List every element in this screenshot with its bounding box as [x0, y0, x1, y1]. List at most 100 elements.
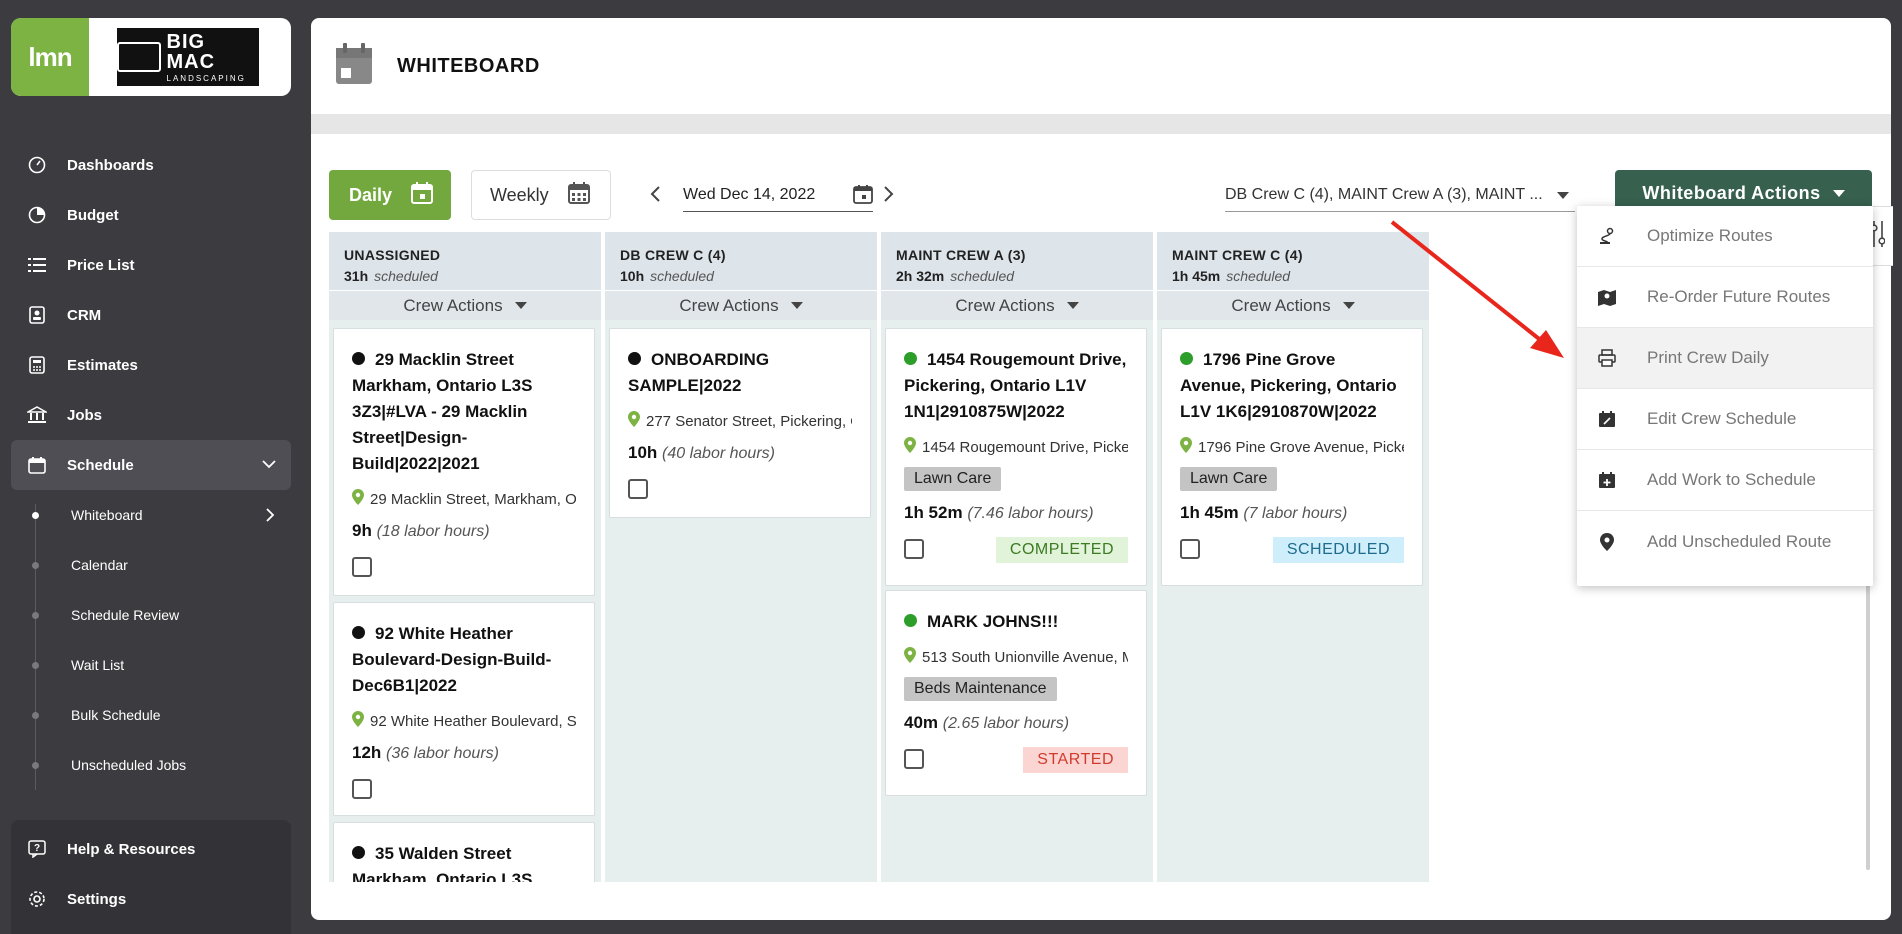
chevron-right-icon[interactable] [881, 184, 895, 210]
sidebar-bottom: ? Help & Resources Settings [11, 820, 291, 934]
date-navigator: Wed Dec 14, 2022 [649, 178, 919, 212]
job-checkbox[interactable] [352, 779, 372, 799]
crew-column-unassigned: UNASSIGNED 31h scheduled Crew Actions 29 … [329, 232, 601, 882]
menu-item-label: Re-Order Future Routes [1647, 287, 1831, 306]
job-card[interactable]: 1796 Pine Grove Avenue, Pickering, Ontar… [1161, 328, 1423, 586]
calendar-add-icon [1597, 471, 1617, 489]
sidebar-item-budget[interactable]: Budget [11, 190, 291, 240]
sidebar-sub-schedule-review[interactable]: Schedule Review [11, 590, 291, 640]
menu-item-print-crew-daily[interactable]: Print Crew Daily [1577, 328, 1873, 389]
whiteboard-calendar-icon [335, 42, 373, 91]
column-hours: 1h 45m [1172, 268, 1221, 284]
status-dot-icon [352, 846, 365, 859]
job-hours: 1h 45m [1180, 503, 1239, 522]
job-card[interactable]: ONBOARDING SAMPLE|2022 277 Senator Stree… [609, 328, 871, 518]
crew-actions-button[interactable]: Crew Actions [605, 290, 877, 320]
job-labor-hours: (2.65 labor hours) [942, 715, 1070, 732]
whiteboard-actions-menu: Optimize Routes Re-Order Future Routes P… [1577, 206, 1873, 586]
job-checkbox[interactable] [904, 749, 924, 769]
menu-item-reorder-future-routes[interactable]: Re-Order Future Routes [1577, 267, 1873, 328]
sidebar-sub-bulk-schedule[interactable]: Bulk Schedule [11, 690, 291, 740]
building-icon [27, 405, 47, 425]
job-hours: 9h [352, 521, 372, 540]
column-scheduled-label: scheduled [650, 268, 714, 284]
menu-item-optimize-routes[interactable]: Optimize Routes [1577, 206, 1873, 267]
sidebar-item-label: Price List [67, 256, 135, 274]
crew-actions-button[interactable]: Crew Actions [1157, 290, 1429, 320]
job-card[interactable]: 92 White Heather Boulevard-Design-Build-… [333, 602, 595, 816]
caret-down-icon [790, 302, 803, 309]
main-nav: Dashboards Budget Price List CRM Estimat… [11, 140, 291, 790]
page-header: WHITEBOARD [311, 18, 1891, 114]
job-card[interactable]: MARK JOHNS!!! 513 South Unionville Avenu… [885, 590, 1147, 796]
job-title: MARK JOHNS!!! [927, 612, 1059, 631]
job-title: 92 White Heather Boulevard-Design-Build-… [352, 624, 552, 695]
schedule-sub-nav: Whiteboard Calendar Schedule Review Wait… [11, 490, 291, 790]
sidebar-item-label: Estimates [67, 356, 138, 374]
sidebar-item-crm[interactable]: CRM [11, 290, 291, 340]
column-hours: 10h [620, 268, 645, 284]
nav-dot-icon [32, 712, 39, 719]
status-badge: SCHEDULED [1272, 537, 1404, 563]
column-header: UNASSIGNED 31h scheduled [329, 232, 601, 290]
sidebar-item-dashboards[interactable]: Dashboards [11, 140, 291, 190]
chevron-left-icon[interactable] [649, 184, 663, 210]
location-pin-icon [352, 489, 364, 509]
lmn-logo: lmn [11, 18, 89, 96]
column-header: MAINT CREW A (3) 2h 32m scheduled [881, 232, 1153, 290]
job-card[interactable]: 1454 Rougemount Drive, Pickering, Ontari… [885, 328, 1147, 586]
sidebar-item-jobs[interactable]: Jobs [11, 390, 291, 440]
crew-actions-button[interactable]: Crew Actions [881, 290, 1153, 320]
crew-actions-button[interactable]: Crew Actions [329, 290, 601, 320]
sidebar-item-schedule[interactable]: Schedule [11, 440, 291, 490]
job-checkbox[interactable] [1180, 539, 1200, 559]
job-hours: 1h 52m [904, 503, 963, 522]
crew-filter-select[interactable]: DB Crew C (4), MAINT Crew A (3), MAINT .… [1225, 178, 1575, 212]
job-card[interactable]: 35 Walden Street Markham, Ontario L3S [333, 822, 595, 882]
weekly-label: Weekly [490, 184, 549, 205]
sidebar-item-label: Settings [67, 890, 127, 908]
calendar-picker-icon[interactable] [853, 184, 873, 209]
chevron-right-icon [263, 507, 277, 526]
sidebar-item-label: CRM [67, 306, 102, 324]
daily-view-button[interactable]: Daily [329, 170, 451, 220]
caret-down-icon [1342, 302, 1355, 309]
sidebar-sub-wait-list[interactable]: Wait List [11, 640, 291, 690]
sidebar-item-price-list[interactable]: Price List [11, 240, 291, 290]
whiteboard-board: UNASSIGNED 31h scheduled Crew Actions 29 … [329, 232, 1439, 882]
company-logo-mark [117, 42, 161, 72]
date-input[interactable]: Wed Dec 14, 2022 [683, 178, 873, 212]
sidebar-item-settings[interactable]: Settings [11, 874, 291, 924]
sidebar-item-estimates[interactable]: Estimates [11, 340, 291, 390]
sidebar-sub-calendar[interactable]: Calendar [11, 540, 291, 590]
menu-item-edit-crew-schedule[interactable]: Edit Crew Schedule [1577, 389, 1873, 450]
logo-area[interactable]: lmn BIG MAC LANDSCAPING [11, 18, 291, 96]
help-icon: ? [27, 839, 47, 859]
job-card[interactable]: 29 Macklin Street Markham, Ontario L3S 3… [333, 328, 595, 596]
list-icon [27, 255, 47, 275]
page-title: WHITEBOARD [397, 54, 540, 77]
sidebar-item-help[interactable]: ? Help & Resources [11, 824, 291, 874]
svg-text:?: ? [34, 843, 40, 854]
job-checkbox[interactable] [352, 557, 372, 577]
sidebar-item-label: Wait List [71, 657, 125, 673]
crew-actions-label: Crew Actions [1231, 295, 1331, 315]
menu-item-add-unscheduled-route[interactable]: Add Unscheduled Route [1577, 511, 1873, 572]
sidebar-sub-unscheduled-jobs[interactable]: Unscheduled Jobs [11, 740, 291, 790]
calendar-edit-icon [1597, 410, 1617, 428]
status-dot-icon [904, 614, 917, 627]
weekly-view-button[interactable]: Weekly [471, 170, 611, 220]
menu-item-label: Add Work to Schedule [1647, 470, 1816, 489]
column-header: DB CREW C (4) 10h scheduled [605, 232, 877, 290]
column-title: MAINT CREW A (3) [896, 247, 1026, 263]
sidebar-item-label: Budget [67, 206, 119, 224]
job-checkbox[interactable] [904, 539, 924, 559]
job-title: 35 Walden Street Markham, Ontario L3S [352, 844, 533, 882]
menu-item-add-work-to-schedule[interactable]: Add Work to Schedule [1577, 450, 1873, 511]
job-address: 92 White Heather Boulevard, Scarborough [370, 712, 576, 730]
caret-down-icon [1832, 189, 1845, 197]
job-checkbox[interactable] [628, 479, 648, 499]
sidebar: lmn BIG MAC LANDSCAPING Dashboards Budge… [0, 0, 308, 934]
sidebar-item-label: Dashboards [67, 156, 154, 174]
sidebar-sub-whiteboard[interactable]: Whiteboard [11, 490, 291, 540]
